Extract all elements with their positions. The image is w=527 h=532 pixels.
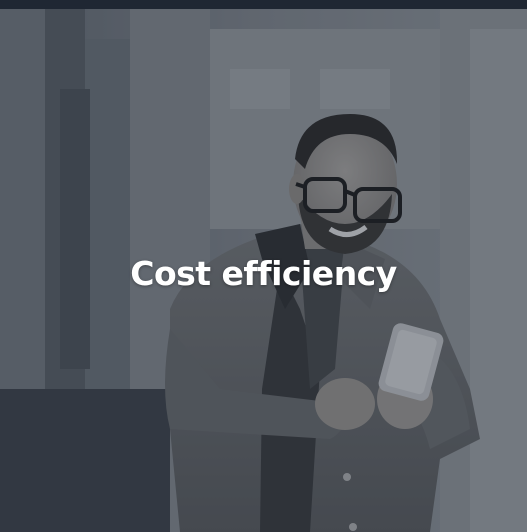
top-bar [0, 0, 527, 9]
card-title: Cost efficiency [130, 254, 397, 293]
feature-card[interactable]: Cost efficiency [0, 0, 527, 532]
